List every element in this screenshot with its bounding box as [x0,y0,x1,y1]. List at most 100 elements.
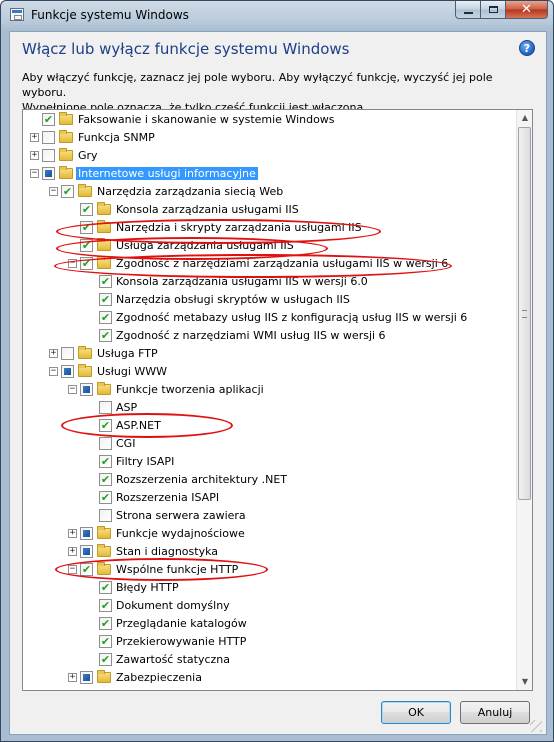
tree-item[interactable]: ASP [23,399,516,417]
collapse-icon[interactable]: − [68,259,77,268]
feature-checkbox[interactable]: ✔ [99,275,112,288]
tree-item[interactable]: ✔ Zgodność z narzędziami WMI usług IIS w … [23,327,516,345]
tree-item-label: Zabezpieczenia [116,671,202,684]
tree-item-label: Konsola zarządzania usługami IIS [116,203,299,216]
feature-checkbox[interactable] [80,671,93,684]
tree-item[interactable]: ✔ Narzędzia obsługi skryptów w usługach I… [23,291,516,309]
help-icon[interactable]: ? [519,40,535,56]
folder-icon [59,166,73,179]
feature-checkbox[interactable]: ✔ [99,635,112,648]
windows-features-icon [10,8,24,21]
tree-item[interactable]: ✔ Zgodność metabazy usług IIS z konfigura… [23,309,516,327]
tree-item[interactable]: − Internetowe usługi informacyjne [23,165,516,183]
feature-checkbox[interactable]: ✔ [80,221,93,234]
tree-item-label: Funkcja SNMP [78,131,155,144]
feature-checkbox[interactable]: ✔ [99,599,112,612]
scroll-thumb[interactable] [518,127,531,500]
tree-item[interactable]: + Funkcje wydajnościowe [23,525,516,543]
tree-item[interactable]: + Stan i diagnostyka [23,543,516,561]
feature-checkbox[interactable]: ✔ [99,455,112,468]
collapse-icon[interactable]: − [68,385,77,394]
tree-item[interactable]: − Funkcje tworzenia aplikacji [23,381,516,399]
tree-item[interactable]: ✔ Zawartość statyczna [23,651,516,669]
tree-item[interactable]: CGI [23,435,516,453]
tree-item[interactable]: + Funkcja SNMP [23,129,516,147]
tree-item-label: Narzędzia zarządzania siecią Web [97,185,284,198]
tree-item[interactable]: ✔ Przekierowywanie HTTP [23,633,516,651]
expand-icon[interactable]: + [68,673,77,682]
tree-item[interactable]: ✔ Faksowanie i skanowanie w systemie Wind… [23,111,516,129]
feature-checkbox[interactable]: ✔ [42,113,55,126]
expand-icon[interactable]: + [30,133,39,142]
feature-checkbox[interactable] [42,167,55,180]
feature-checkbox[interactable] [61,347,74,360]
tree-item[interactable]: + Usługa FTP [23,345,516,363]
tree-scrollbar[interactable]: ▲ ▼ [516,110,532,690]
tree-item[interactable]: ✔ Dokument domyślny [23,597,516,615]
resize-grip[interactable] [530,720,542,732]
feature-checkbox[interactable] [80,545,93,558]
tree-item[interactable]: ✔ Rozszerzenia architektury .NET [23,471,516,489]
feature-checkbox[interactable] [99,401,112,414]
tree-item[interactable]: − ✔ Wspólne funkcje HTTP [23,561,516,579]
feature-checkbox[interactable]: ✔ [99,581,112,594]
collapse-icon[interactable]: − [30,169,39,178]
collapse-icon[interactable]: − [68,565,77,574]
minimize-button[interactable] [455,1,481,19]
close-button[interactable]: ✕ [506,1,548,19]
feature-checkbox[interactable]: ✔ [80,563,93,576]
collapse-icon[interactable]: − [49,367,58,376]
feature-checkbox[interactable] [99,437,112,450]
tree-item[interactable]: ✔ Przeglądanie katalogów [23,615,516,633]
feature-checkbox[interactable]: ✔ [61,185,74,198]
feature-checkbox[interactable] [42,131,55,144]
feature-checkbox[interactable] [99,509,112,522]
feature-checkbox[interactable]: ✔ [99,311,112,324]
tree-item-label: ASP.NET [116,419,161,432]
title-bar[interactable]: Funkcje systemu Windows ✕ [1,1,554,31]
tree-item[interactable]: ✔ Filtry ISAPI [23,453,516,471]
tree-item-label: Zgodność z narzędziami zarządzania usług… [116,257,449,270]
feature-checkbox[interactable]: ✔ [80,257,93,270]
tree-item[interactable]: ✔ ASP.NET [23,417,516,435]
ok-button[interactable]: OK [381,701,451,724]
feature-checkbox[interactable]: ✔ [99,293,112,306]
tree-item[interactable]: ✔ Usługa zarządzania usługami IIS [23,237,516,255]
expand-icon[interactable]: + [30,151,39,160]
tree-item[interactable]: ✔ Narzędzia i skrypty zarządzania usługam… [23,219,516,237]
scroll-up-arrow-icon[interactable]: ▲ [517,110,532,126]
scroll-down-arrow-icon[interactable]: ▼ [517,674,532,690]
tree-item[interactable]: + Gry [23,147,516,165]
feature-checkbox[interactable]: ✔ [80,203,93,216]
tree-item[interactable]: ✔ Konsola zarządzania usługami IIS w wers… [23,273,516,291]
tree-item[interactable]: Strona serwera zawiera [23,507,516,525]
expand-icon[interactable]: + [68,529,77,538]
tree-item[interactable]: ✔ Rozszerzenia ISAPI [23,489,516,507]
feature-checkbox[interactable]: ✔ [99,473,112,486]
collapse-icon[interactable]: − [49,187,58,196]
tree-item[interactable]: − Usługi WWW [23,363,516,381]
feature-checkbox[interactable] [42,149,55,162]
feature-checkbox[interactable]: ✔ [99,329,112,342]
feature-checkbox[interactable]: ✔ [99,419,112,432]
feature-checkbox[interactable] [80,383,93,396]
feature-checkbox[interactable]: ✔ [99,491,112,504]
folder-icon [97,202,111,215]
feature-checkbox[interactable]: ✔ [99,653,112,666]
feature-checkbox[interactable] [61,365,74,378]
feature-checkbox[interactable] [80,527,93,540]
feature-checkbox[interactable]: ✔ [80,239,93,252]
tree-item-label: Usługi WWW [97,365,168,378]
tree-item[interactable]: − ✔ Narzędzia zarządzania siecią Web [23,183,516,201]
feature-checkbox[interactable]: ✔ [99,617,112,630]
tree-item[interactable]: ✔ Błędy HTTP [23,579,516,597]
tree-item[interactable]: ✔ Konsola zarządzania usługami IIS [23,201,516,219]
maximize-button[interactable] [481,1,506,19]
expand-icon[interactable]: + [68,547,77,556]
expand-icon[interactable]: + [49,349,58,358]
tree-item[interactable]: − ✔ Zgodność z narzędziami zarządzania usł… [23,255,516,273]
folder-icon [78,346,92,359]
cancel-button[interactable]: Anuluj [460,701,530,724]
tree-item[interactable]: + Zabezpieczenia [23,669,516,687]
features-tree[interactable]: ✔ Faksowanie i skanowanie w systemie Wind… [22,109,533,691]
